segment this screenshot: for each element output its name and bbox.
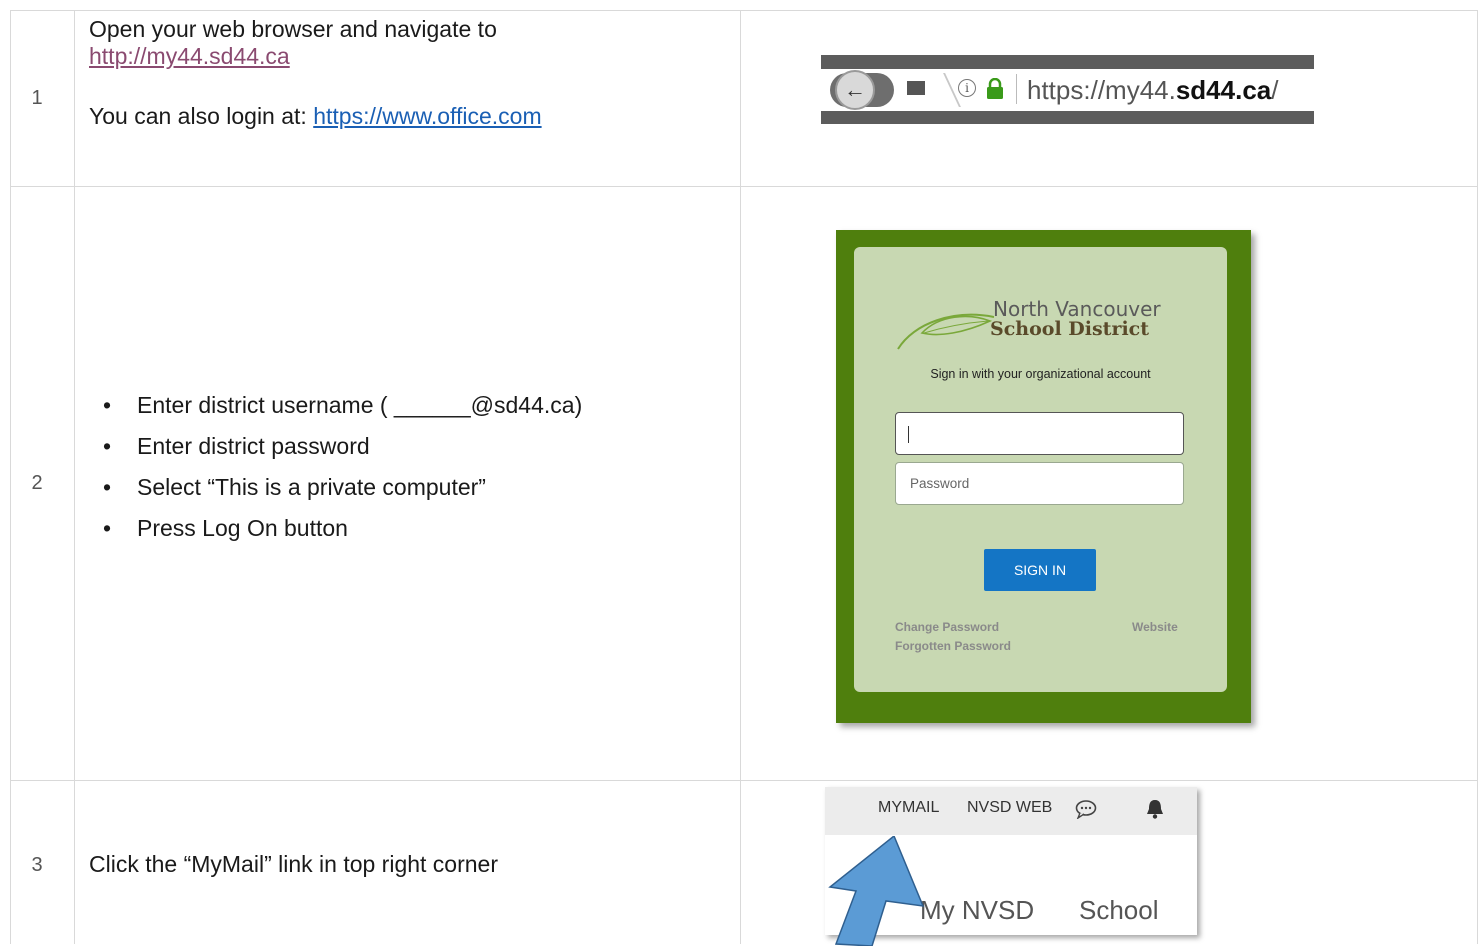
step-number: 1: [31, 87, 43, 109]
district-logo: North Vancouver School District: [894, 295, 1194, 355]
step-number: 3: [31, 854, 43, 876]
bell-icon[interactable]: [1145, 798, 1165, 820]
step-1-instruction: Open your web browser and navigate to ht…: [89, 16, 542, 130]
table-border-top: [10, 10, 1478, 11]
office-link[interactable]: https://www.office.com: [313, 103, 541, 129]
tab-school[interactable]: School: [1079, 895, 1159, 926]
lock-icon: [987, 78, 1003, 99]
tab-my-nvsd[interactable]: My NVSD: [920, 895, 1034, 926]
username-field[interactable]: [895, 412, 1184, 455]
step-3-instruction: Click the “MyMail” link in top right cor…: [89, 851, 499, 877]
step-number: 2: [31, 472, 43, 494]
top-nav-bar: MYMAIL NVSD WEB: [825, 787, 1197, 835]
login-screenshot: North Vancouver School District Sign in …: [836, 230, 1251, 723]
number-column-divider: [74, 10, 75, 944]
mymail-link[interactable]: MYMAIL: [878, 799, 939, 817]
my44-link[interactable]: http://my44.sd44.ca: [89, 43, 290, 69]
change-password-link[interactable]: Change Password: [895, 620, 999, 634]
alt-login-label: You can also login at:: [89, 103, 314, 129]
logo-line-2: School District: [990, 318, 1150, 340]
table-border-right: [1477, 10, 1478, 944]
row-divider-1: [10, 186, 1478, 187]
password-field[interactable]: Password: [895, 462, 1184, 505]
image-column-divider: [740, 10, 741, 944]
list-item: Press Log On button: [89, 508, 582, 549]
page-icon: [907, 81, 925, 95]
text-cursor: [908, 425, 909, 443]
login-card: North Vancouver School District Sign in …: [854, 247, 1227, 692]
list-item: Enter district username ( ______@sd44.ca…: [89, 385, 582, 426]
nvsd-web-link[interactable]: NVSD WEB: [967, 799, 1052, 817]
back-arrow-icon: ←: [835, 70, 875, 110]
website-link[interactable]: Website: [1132, 620, 1178, 634]
list-item: Select “This is a private computer”: [89, 467, 582, 508]
blue-pointer-arrow-icon: [828, 836, 925, 946]
info-icon: i: [958, 79, 976, 97]
signin-prompt: Sign in with your organizational account: [930, 367, 1151, 381]
chat-icon[interactable]: [1075, 799, 1097, 819]
forgotten-password-link[interactable]: Forgotten Password: [895, 639, 1011, 653]
list-item: Enter district password: [89, 426, 582, 467]
step-1-line: Open your web browser and navigate to: [89, 16, 497, 42]
browser-address-bar-screenshot: ← i https://my44.sd44.ca/: [821, 55, 1314, 124]
row-divider-2: [10, 780, 1478, 781]
sign-in-button[interactable]: SIGN IN: [984, 549, 1096, 591]
leaf-logo-icon: [897, 313, 994, 350]
address-url: https://my44.sd44.ca/: [1027, 75, 1279, 105]
step-2-bullet-list: Enter district username ( ______@sd44.ca…: [89, 385, 582, 549]
